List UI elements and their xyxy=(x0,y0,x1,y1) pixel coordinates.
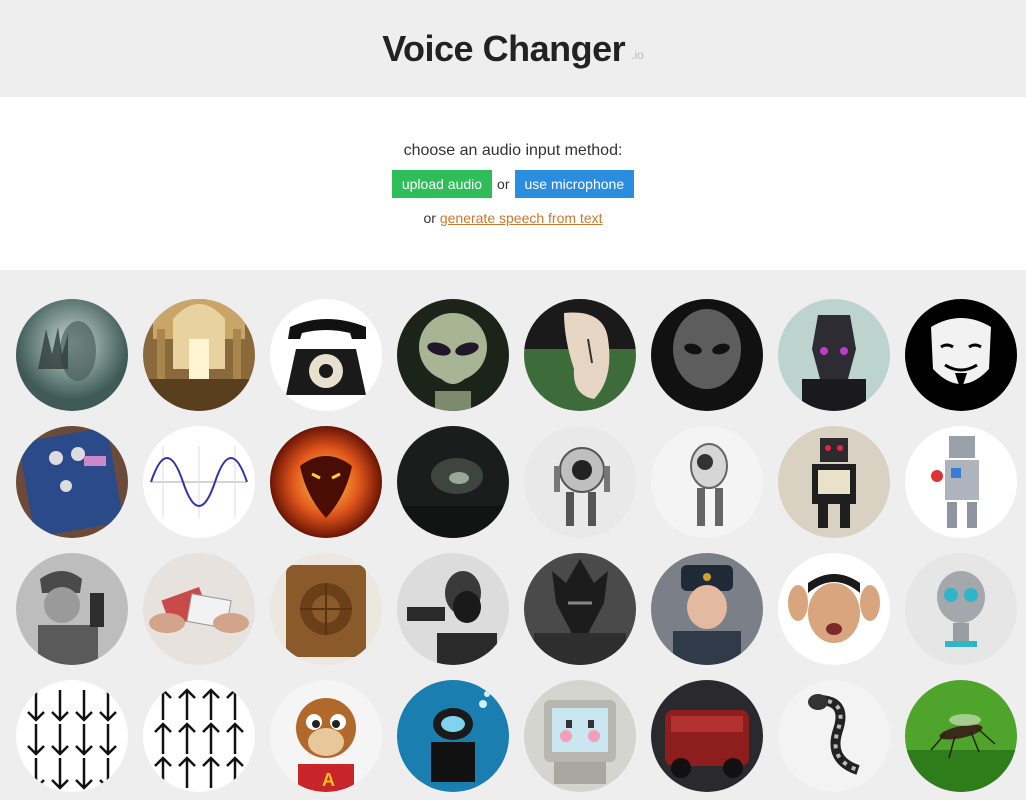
voice-melting-clock[interactable] xyxy=(524,299,636,411)
site-title: Voice Changer xyxy=(382,27,626,69)
voice-alien[interactable] xyxy=(397,299,509,411)
voice-retro-computer[interactable] xyxy=(524,680,636,792)
voice-chipmunk[interactable]: A xyxy=(270,680,382,792)
svg-text:A: A xyxy=(322,770,335,790)
voice-mosquito[interactable] xyxy=(905,680,1017,792)
site-header: Voice Changer .io xyxy=(0,0,1026,97)
tts-prefix: or xyxy=(423,210,436,226)
voice-sauron[interactable] xyxy=(524,553,636,665)
voice-balrog[interactable] xyxy=(270,426,382,538)
voice-card-shuffle[interactable] xyxy=(143,553,255,665)
use-microphone-button[interactable]: use microphone xyxy=(514,170,635,198)
voice-robot-eye-1[interactable] xyxy=(524,426,636,538)
voice-cathedral[interactable] xyxy=(143,299,255,411)
voice-grid: A xyxy=(0,270,1026,800)
voice-ghost[interactable] xyxy=(16,299,128,411)
voice-guitar-pedal[interactable] xyxy=(16,426,128,538)
voice-telephone[interactable] xyxy=(270,299,382,411)
voice-arrows-up[interactable] xyxy=(143,680,255,792)
input-prompt: choose an audio input method: xyxy=(403,142,623,159)
voice-wtf-face[interactable] xyxy=(778,553,890,665)
tts-line: or generate speech from text xyxy=(424,210,603,226)
voice-toy-robot-silver[interactable] xyxy=(905,426,1017,538)
input-panel: choose an audio input method: upload aud… xyxy=(0,97,1026,270)
generate-speech-link[interactable]: generate speech from text xyxy=(440,210,603,226)
voice-bell-telephone[interactable] xyxy=(397,553,509,665)
voice-wooden-speaker[interactable] xyxy=(270,553,382,665)
voice-diver[interactable] xyxy=(397,680,509,792)
voice-dark-alien[interactable] xyxy=(651,299,763,411)
input-buttons: upload audio or use microphone xyxy=(391,170,635,198)
or-label: or xyxy=(497,176,510,192)
voice-arrows-down[interactable] xyxy=(16,680,128,792)
voice-snake-robot[interactable] xyxy=(778,680,890,792)
upload-audio-button[interactable]: upload audio xyxy=(391,170,493,198)
voice-russian-officer[interactable] xyxy=(651,553,763,665)
voice-cave[interactable] xyxy=(397,426,509,538)
voice-anonymous-mask[interactable] xyxy=(905,299,1017,411)
voice-dark-robot[interactable] xyxy=(778,299,890,411)
voice-robot-eye-2[interactable] xyxy=(651,426,763,538)
voice-sine-wave[interactable] xyxy=(143,426,255,538)
voice-radio-soldier[interactable] xyxy=(16,553,128,665)
voice-toy-robot-tv[interactable] xyxy=(778,426,890,538)
site-suffix: .io xyxy=(631,47,644,62)
voice-red-machine[interactable] xyxy=(651,680,763,792)
voice-round-robot[interactable] xyxy=(905,553,1017,665)
